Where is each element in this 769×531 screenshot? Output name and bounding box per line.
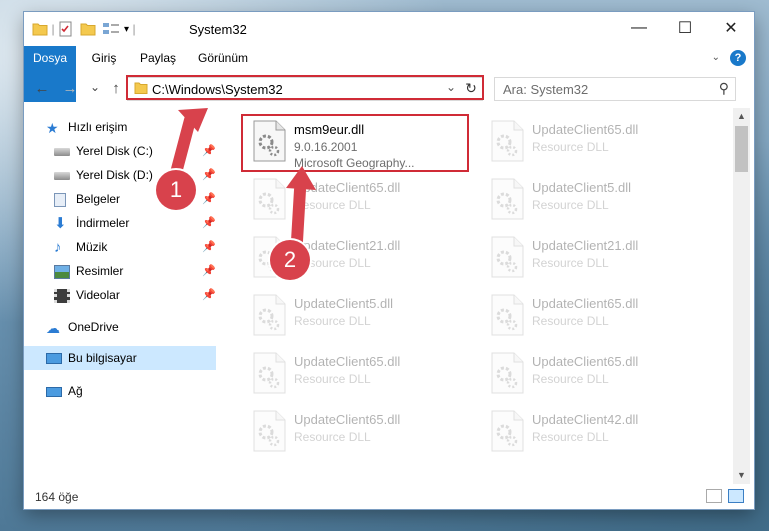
arrow-2-head (286, 166, 316, 190)
annotation-arrows (166, 108, 316, 264)
step-badge-2: 2 (270, 240, 310, 280)
step-badge-1: 1 (156, 170, 196, 210)
